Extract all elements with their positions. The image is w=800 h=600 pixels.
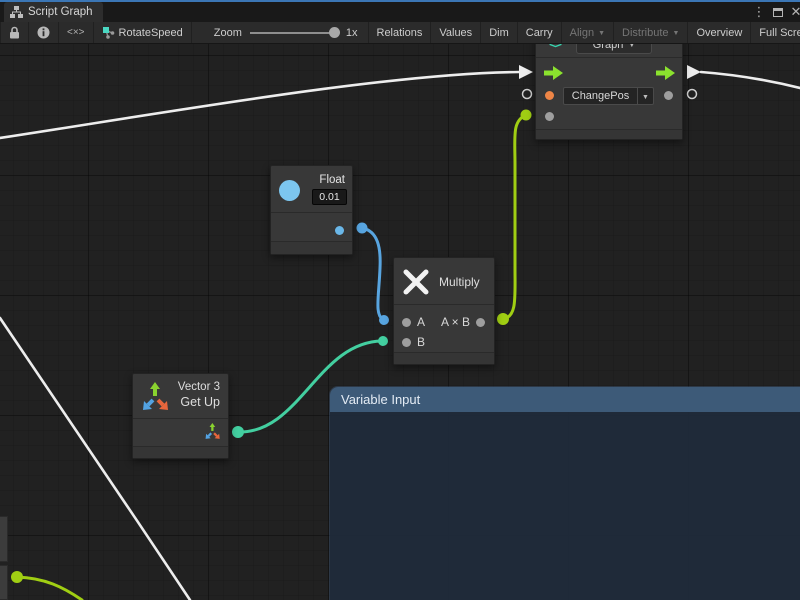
flow-wire-out [701, 72, 800, 88]
changepos-label: ChangePos [572, 90, 630, 102]
tab-label: Script Graph [28, 6, 93, 18]
offscreen-node-bottom[interactable] [0, 565, 8, 600]
toolbar-button-align[interactable]: Align▼ [561, 22, 613, 43]
zoom-slider[interactable] [250, 32, 338, 34]
graph-name-label: RotateSpeed [119, 27, 183, 39]
node-subtitle: Get Up [180, 395, 220, 409]
port-b-label: B [417, 335, 425, 349]
toolbar-button-values[interactable]: Values [430, 22, 480, 43]
group-header[interactable]: Variable Input [330, 387, 800, 412]
node-multiply[interactable]: Multiply A A × B B [393, 257, 495, 365]
lock-button[interactable] [0, 22, 28, 43]
node-footer [271, 241, 352, 254]
flow-out-arrow-icon[interactable] [655, 66, 675, 80]
multiply-result-out-dot[interactable] [497, 313, 509, 325]
unit-right-port[interactable] [664, 91, 673, 100]
unit-left-ring-port[interactable] [523, 90, 532, 99]
group-variable-input[interactable]: Variable Input [330, 387, 800, 600]
lock-icon [9, 26, 20, 39]
vector-out-dot[interactable] [232, 426, 244, 438]
node-float[interactable]: Float 0.01 [270, 165, 353, 255]
float-out-dot[interactable] [357, 223, 368, 234]
toolbar-button-dim[interactable]: Dim [480, 22, 517, 43]
port-result-label: A × B [441, 315, 470, 329]
multiply-port-a[interactable] [402, 318, 411, 327]
unit-result-in-dot[interactable] [521, 110, 532, 121]
offscreen-node-top[interactable] [0, 516, 8, 562]
code-view-icon: <×> [67, 27, 85, 38]
float-type-icon [279, 180, 300, 201]
wire-float-to-multiply [362, 228, 384, 320]
graph-dropdown-label: Graph [593, 44, 624, 51]
chevron-down-icon: ▼ [673, 30, 680, 37]
chevron-down-icon: ▼ [628, 44, 635, 49]
node-title: Multiply [439, 275, 480, 289]
vector3-output-port[interactable] [205, 423, 222, 440]
multiply-port-result[interactable] [476, 318, 485, 327]
graph-canvas[interactable]: Variable Input [0, 44, 800, 600]
chevron-down-icon: ▼ [642, 94, 649, 101]
toolbar-button-distribute[interactable]: Distribute▼ [613, 22, 687, 43]
zoom-control: Zoom 1x [191, 22, 368, 43]
flow-wire-left [0, 318, 190, 600]
graph-asset-icon [102, 26, 115, 39]
multiply-port-b[interactable] [402, 338, 411, 347]
node-vector3-get-up[interactable]: Vector 3 Get Up [132, 373, 229, 459]
toolbar-button-relations[interactable]: Relations [368, 22, 431, 43]
chevron-down-icon: ▼ [598, 30, 605, 37]
node-graph-unit[interactable]: <> Graph ▼ ChangePos ▼ [535, 44, 683, 140]
node-title: Float [319, 174, 345, 186]
maximize-icon[interactable] [769, 2, 787, 22]
node-footer [133, 446, 228, 458]
unit-bottom-port[interactable] [545, 112, 554, 121]
node-footer [536, 129, 682, 139]
unit-right-ring-port[interactable] [688, 90, 697, 99]
flow-wire-in [0, 72, 519, 138]
flow-output-triangle[interactable] [687, 65, 701, 79]
multiply-a-in-dot[interactable] [379, 315, 389, 325]
flow-in-arrow-icon[interactable] [543, 66, 563, 80]
toolbar-button-full-screen[interactable]: Full Screen [750, 22, 800, 43]
multiply-icon [403, 269, 429, 295]
script-graph-icon [10, 6, 23, 18]
graph-dropdown[interactable]: Graph ▼ [576, 44, 652, 54]
zoom-slider-handle[interactable] [329, 27, 340, 38]
graph-grid: Variable Input [0, 44, 800, 600]
tab-bar: Script Graph ⋮ ✕ [0, 2, 800, 22]
info-icon [37, 26, 50, 39]
vector3-icon [142, 382, 172, 412]
code-view-button[interactable]: <×> [58, 22, 93, 43]
bottom-left-out-dot[interactable] [11, 571, 23, 583]
group-title: Variable Input [341, 392, 420, 407]
zoom-value: 1x [346, 27, 358, 39]
wire-bottom-left [17, 577, 82, 600]
node-footer [394, 352, 494, 364]
info-button[interactable] [28, 22, 58, 43]
node-title: Vector 3 [178, 381, 220, 393]
toolbar: <×> RotateSpeed Zoom 1x Relations Values… [0, 22, 800, 44]
wire-multiply-to-unit [503, 115, 526, 319]
toolbar-button-carry[interactable]: Carry [517, 22, 561, 43]
changepos-dropdown[interactable]: ChangePos [563, 87, 638, 105]
kebab-menu-icon[interactable]: ⋮ [750, 2, 768, 22]
tab-script-graph[interactable]: Script Graph [4, 2, 103, 22]
multiply-b-in-dot[interactable] [378, 336, 388, 346]
flow-input-triangle[interactable] [519, 65, 533, 79]
zoom-label: Zoom [214, 27, 242, 39]
changepos-arrow-button[interactable]: ▼ [638, 87, 654, 105]
port-a-label: A [417, 315, 425, 329]
close-icon[interactable]: ✕ [787, 2, 800, 22]
float-output-port[interactable] [335, 226, 344, 235]
float-value-input[interactable]: 0.01 [312, 189, 347, 205]
graph-breadcrumb[interactable]: RotateSpeed [93, 22, 191, 43]
code-icon: <> [549, 44, 561, 51]
group-body [330, 412, 800, 600]
toolbar-button-overview[interactable]: Overview [687, 22, 750, 43]
unit-orange-port[interactable] [545, 91, 554, 100]
